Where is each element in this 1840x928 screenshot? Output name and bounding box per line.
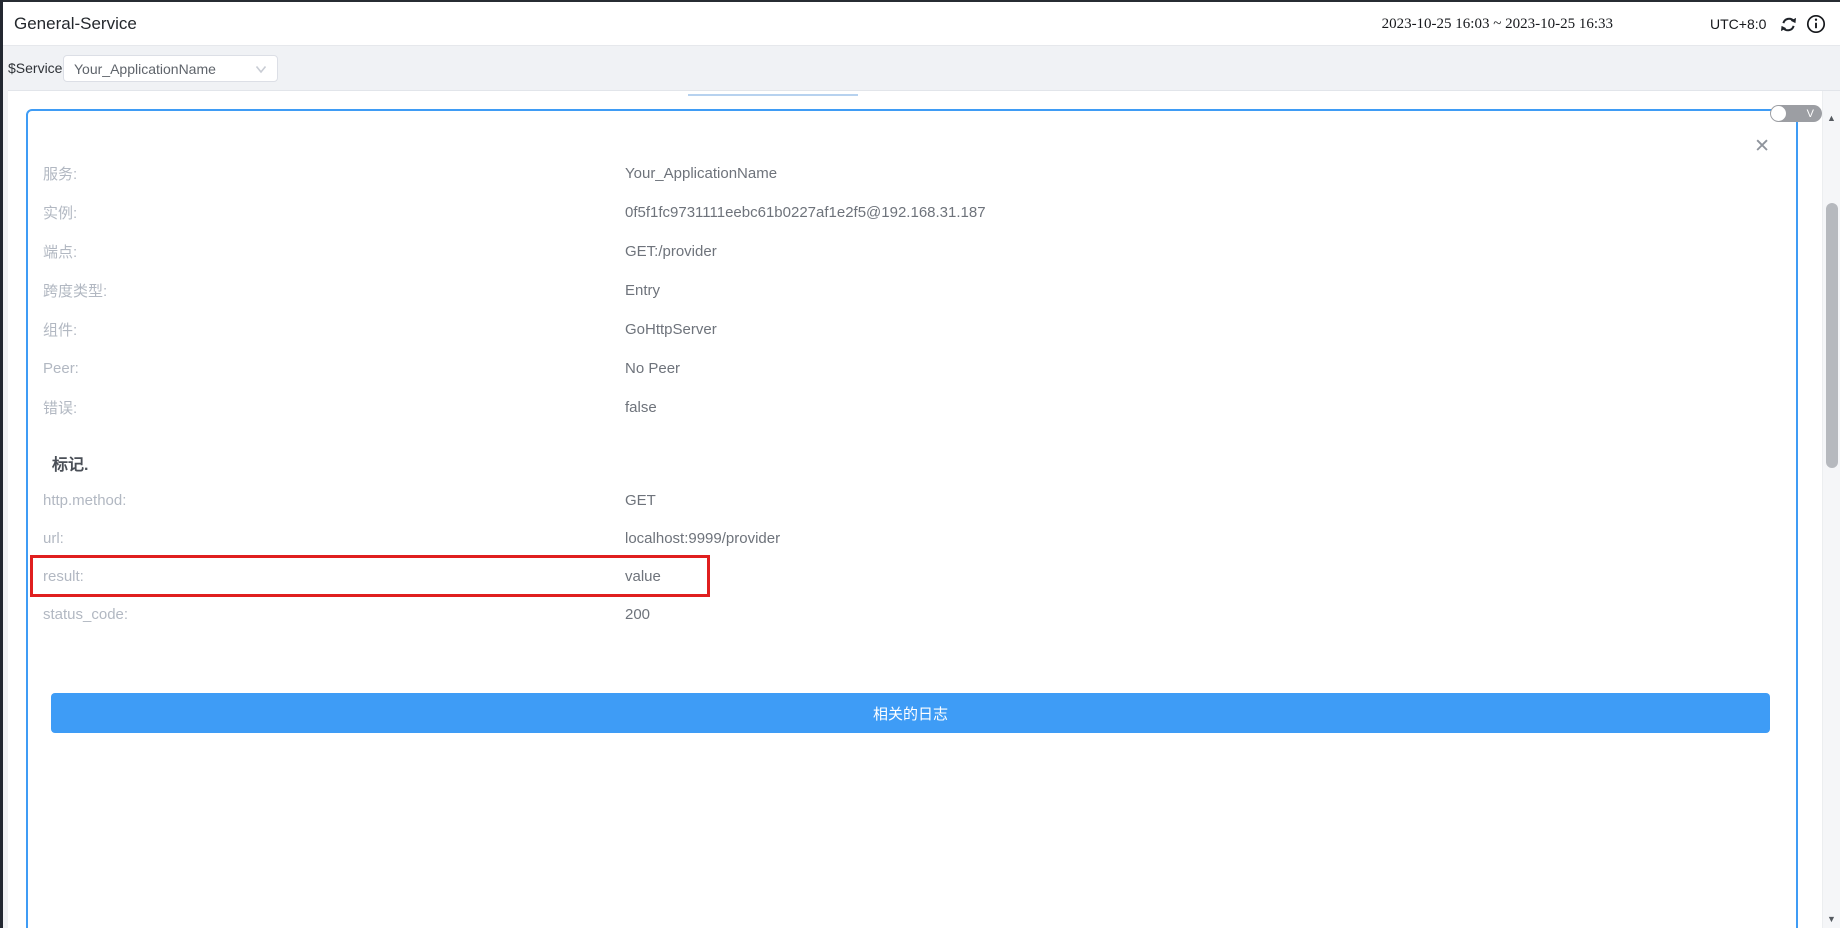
field-value: Your_ApplicationName [625, 165, 777, 182]
scroll-up-icon[interactable]: ▲ [1823, 113, 1840, 123]
field-row: 组件: GoHttpServer [43, 310, 1776, 349]
service-select-value: Your_ApplicationName [74, 61, 216, 77]
version-toggle[interactable]: V [1770, 105, 1822, 122]
scroll-down-icon[interactable]: ▼ [1823, 914, 1840, 924]
field-value: GET:/provider [625, 243, 717, 260]
span-detail-modal: ✕ 服务: Your_ApplicationName 实例: 0f5f1fc97… [26, 109, 1798, 928]
field-label: 服务: [43, 163, 625, 184]
field-value: false [625, 399, 657, 416]
time-range-picker[interactable]: 2023-10-25 16:03 ~ 2023-10-25 16:33 [1382, 2, 1613, 46]
field-row: 服务: Your_ApplicationName [43, 154, 1776, 193]
window-left-edge [0, 0, 3, 928]
header-bar: General-Service 2023-10-25 16:03 ~ 2023-… [0, 2, 1840, 46]
field-label: 组件: [43, 319, 625, 340]
tag-label: result: [43, 568, 625, 585]
close-icon[interactable]: ✕ [1754, 137, 1770, 156]
info-button[interactable] [1805, 13, 1827, 35]
field-value: Entry [625, 282, 660, 299]
tag-row: http.method: GET [43, 481, 1776, 519]
toggle-knob-icon [1771, 106, 1786, 121]
tag-label: url: [43, 530, 625, 547]
chevron-down-icon [255, 65, 267, 74]
tag-row: url: localhost:9999/provider [43, 519, 1776, 557]
utc-offset-label: UTC+8:0 [1710, 2, 1766, 46]
service-select[interactable]: Your_ApplicationName [63, 55, 278, 82]
toggle-label: V [1807, 108, 1814, 120]
tags-list: http.method: GET url: localhost:9999/pro… [43, 481, 1776, 633]
refresh-icon [1779, 15, 1798, 34]
service-label: $Service [8, 46, 62, 90]
background-tab-edge [688, 94, 858, 96]
tag-value: 200 [625, 606, 650, 623]
tag-value: localhost:9999/provider [625, 530, 780, 547]
tag-row: result: value [43, 557, 1776, 595]
tags-section-title: 标记. [43, 445, 1776, 481]
toolbar: $Service Your_ApplicationName V [0, 46, 1840, 91]
field-label: 跨度类型: [43, 280, 625, 301]
field-label: 实例: [43, 202, 625, 223]
related-logs-button[interactable]: 相关的日志 [51, 693, 1770, 733]
field-value: No Peer [625, 360, 680, 377]
span-detail-body: 服务: Your_ApplicationName 实例: 0f5f1fc9731… [28, 111, 1796, 733]
field-row: 跨度类型: Entry [43, 271, 1776, 310]
refresh-button[interactable] [1777, 13, 1799, 35]
tag-label: http.method: [43, 492, 625, 509]
field-label: Peer: [43, 360, 625, 377]
tag-row: status_code: 200 [43, 595, 1776, 633]
field-value: 0f5f1fc9731111eebc61b0227af1e2f5@192.168… [625, 204, 986, 221]
left-gutter [3, 46, 8, 928]
tag-value: GET [625, 492, 656, 509]
field-label: 端点: [43, 241, 625, 262]
tag-label: status_code: [43, 606, 625, 623]
scrollbar-thumb[interactable] [1826, 203, 1838, 468]
field-row: 错误: false [43, 388, 1776, 427]
vertical-scrollbar[interactable]: ▲ ▼ [1822, 91, 1840, 928]
window-top-edge [0, 0, 1840, 2]
field-row: 实例: 0f5f1fc9731111eebc61b0227af1e2f5@192… [43, 193, 1776, 232]
page-title: General-Service [14, 2, 137, 46]
field-row: 端点: GET:/provider [43, 232, 1776, 271]
tag-value: value [625, 568, 661, 585]
field-row: Peer: No Peer [43, 349, 1776, 388]
field-label: 错误: [43, 397, 625, 418]
field-value: GoHttpServer [625, 321, 717, 338]
info-icon [1806, 14, 1826, 34]
span-fields-list: 服务: Your_ApplicationName 实例: 0f5f1fc9731… [43, 154, 1776, 427]
